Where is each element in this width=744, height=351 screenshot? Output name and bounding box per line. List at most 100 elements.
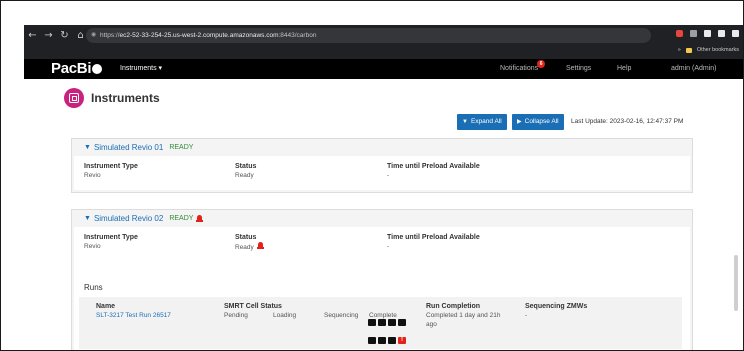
smrt-sequencing: Sequencing — [324, 312, 359, 319]
page-scrollbar[interactable] — [734, 255, 738, 311]
instruments-page: Instruments ▼ Expand All ▶ Collapse All La… — [24, 79, 743, 350]
instrument-name: Simulated Revio 01 — [93, 143, 164, 152]
smrt-cell[interactable] — [368, 337, 376, 344]
smrt-cell[interactable] — [378, 319, 386, 326]
url-prefix: https:// — [100, 32, 120, 39]
sequencing-zmws-label: Sequencing ZMWs — [525, 303, 588, 310]
browser-toolbar: ← → ↻ ⌂ ◉ https://ec2-52-33-254-25.us-we… — [24, 25, 743, 59]
bell-icon — [256, 242, 264, 249]
runs-table: Name SLT-3217 Test Run 26517 SMRT Cell S… — [79, 297, 682, 349]
chevron-down-icon: ▼ — [84, 144, 91, 151]
app-navbar: PacBi Instruments ▾ Notifications 6 Sett… — [24, 59, 743, 79]
collapse-all-label: Collapse All — [524, 118, 559, 125]
status-value: Ready — [235, 242, 264, 252]
browser-nav-controls: ← → ↻ ⌂ — [28, 30, 85, 42]
help-link[interactable]: Help — [617, 64, 631, 74]
run-name-link[interactable]: SLT-3217 Test Run 26517 — [96, 311, 171, 320]
puzzle-icon[interactable] — [704, 30, 711, 37]
reload-icon[interactable]: ↻ — [60, 30, 69, 42]
collapse-all-button[interactable]: ▶ Collapse All — [512, 114, 564, 130]
bookmarks-bar: » Other bookmarks — [678, 47, 739, 53]
instrument-panel-header[interactable]: ▼ Simulated Revio 01 READY — [72, 139, 692, 156]
smrt-cell[interactable] — [388, 319, 396, 326]
preload-value: - — [387, 172, 390, 179]
sidebar-icon[interactable] — [718, 30, 725, 37]
instrument-type-value: Revio — [84, 172, 101, 179]
last-update-text: Last Update: 2023-02-16, 12:47:37 PM — [571, 118, 684, 125]
status-badge: READY — [169, 144, 194, 151]
smrt-pending: Pending — [224, 312, 248, 319]
logo-dot-icon — [92, 64, 103, 74]
run-completion-label: Run Completion — [426, 303, 481, 310]
expand-all-label: Expand All — [470, 118, 502, 125]
expand-all-button[interactable]: ▼ Expand All — [457, 114, 507, 130]
smrt-cell-error[interactable]: ! — [398, 337, 406, 344]
preload-column: Time until Preload Available - — [387, 233, 480, 251]
user-menu[interactable]: admin (Admin) — [671, 64, 717, 74]
instrument-type-label: Instrument Type — [84, 163, 138, 170]
status-badge: READY — [169, 215, 194, 222]
instruments-menu[interactable]: Instruments ▾ — [120, 64, 162, 74]
run-name-column: Name SLT-3217 Test Run 26517 — [96, 302, 171, 320]
preload-label: Time until Preload Available — [387, 163, 480, 170]
smrt-cell[interactable] — [398, 319, 406, 326]
extension-icon[interactable] — [676, 30, 683, 37]
sequencing-zmws-column: Sequencing ZMWs - — [525, 302, 587, 320]
notifications-label: Notifications — [500, 65, 539, 72]
status-column: Status Ready — [235, 233, 264, 252]
screenshot-frame: ← → ↻ ⌂ ◉ https://ec2-52-33-254-25.us-we… — [0, 0, 744, 351]
extension-icons — [676, 30, 739, 37]
chevron-down-icon: ▼ — [84, 215, 91, 222]
smrt-status-label: SMRT Cell Status — [224, 303, 282, 310]
settings-link[interactable]: Settings — [566, 64, 591, 74]
lock-icon: ◉ — [91, 32, 97, 38]
pacbio-logo[interactable]: PacBi — [51, 60, 103, 78]
url-host: ec2-52-33-254-25.us-west-2.compute.amazo… — [119, 32, 279, 39]
notifications-count-badge: 6 — [537, 60, 546, 68]
extension-icon[interactable] — [690, 30, 697, 37]
instrument-type-column: Instrument Type Revio — [84, 162, 138, 180]
run-name-label: Name — [96, 303, 116, 310]
page-header: Instruments — [64, 87, 160, 109]
bell-icon — [196, 215, 204, 222]
status-value: Ready — [235, 172, 254, 179]
notifications-link[interactable]: Notifications 6 — [500, 60, 546, 74]
top-margin — [1, 1, 743, 25]
forward-icon[interactable]: → — [44, 30, 53, 42]
instrument-type-value: Revio — [84, 243, 101, 250]
smrt-cell[interactable] — [368, 319, 376, 326]
status-text: Ready — [235, 244, 254, 251]
smrt-status-column: SMRT Cell Status — [224, 302, 282, 311]
smrt-loading: Loading — [273, 312, 297, 319]
instrument-details: Instrument Type Revio Status Ready Time … — [74, 156, 690, 190]
smrt-cell-grid: ! — [368, 319, 412, 350]
instrument-panel: ▼ Simulated Revio 02 READY Instrument Ty… — [71, 209, 693, 350]
instrument-details: Instrument Type Revio Status Ready Time … — [74, 227, 690, 350]
status-label: Status — [235, 234, 257, 241]
smrt-cell[interactable] — [378, 337, 386, 344]
expand-icon: ▼ — [462, 119, 468, 125]
run-completion-value: Completed 1 day and 21h ago — [426, 312, 501, 328]
instrument-type-column: Instrument Type Revio — [84, 233, 138, 251]
url-path: :8443/carbon — [278, 32, 317, 39]
profile-icon[interactable] — [732, 30, 739, 37]
page-title: Instruments — [91, 91, 160, 105]
run-completion-column: Run Completion Completed 1 day and 21h a… — [426, 302, 510, 329]
address-bar[interactable]: ◉ https://ec2-52-33-254-25.us-west-2.com… — [86, 28, 651, 43]
preload-column: Time until Preload Available - — [387, 162, 480, 180]
status-column: Status Ready — [235, 162, 256, 180]
instrument-panel: ▼ Simulated Revio 01 READY Instrument Ty… — [71, 138, 693, 193]
home-icon[interactable]: ⌂ — [76, 30, 85, 42]
preload-label: Time until Preload Available — [387, 234, 480, 241]
runs-heading: Runs — [84, 283, 103, 292]
back-icon[interactable]: ← — [28, 30, 37, 42]
folder-icon — [685, 47, 692, 53]
other-bookmarks-link[interactable]: Other bookmarks — [697, 47, 739, 53]
smrt-cell[interactable] — [388, 337, 396, 344]
collapse-icon: ▶ — [517, 119, 522, 125]
logo-text: PacBi — [51, 60, 92, 77]
bookmarks-chevron-icon[interactable]: » — [678, 47, 681, 53]
instrument-type-label: Instrument Type — [84, 234, 138, 241]
instrument-panel-header[interactable]: ▼ Simulated Revio 02 READY — [72, 210, 692, 227]
instruments-icon — [64, 88, 84, 108]
